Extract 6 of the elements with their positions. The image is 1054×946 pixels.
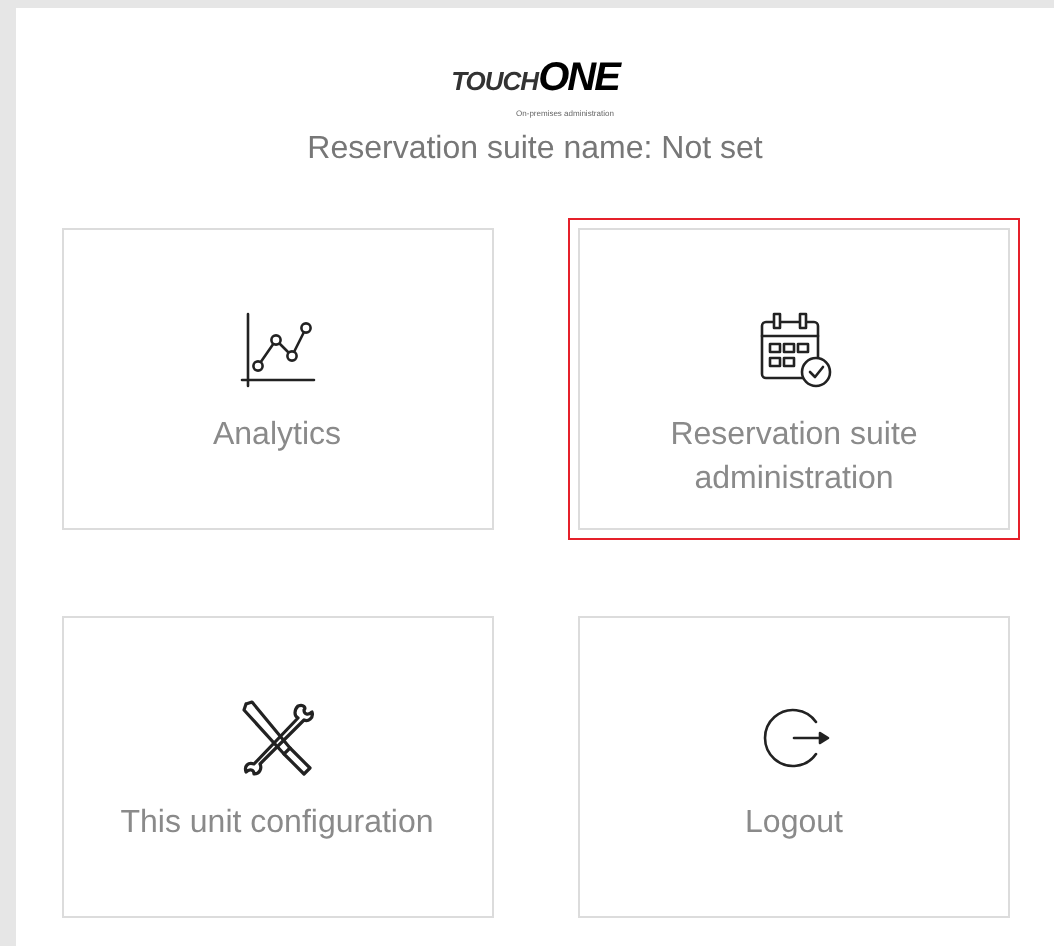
- logo-text: ONE: [538, 54, 619, 104]
- logo-text: TOUCH: [451, 64, 539, 100]
- suite-name: Reservation suite name: Not set: [307, 130, 763, 170]
- wrench-screwdriver-icon: [237, 698, 317, 778]
- line-chart-icon: [237, 310, 317, 390]
- menu-tile[interactable]: Reservation suite administration: [568, 218, 1019, 540]
